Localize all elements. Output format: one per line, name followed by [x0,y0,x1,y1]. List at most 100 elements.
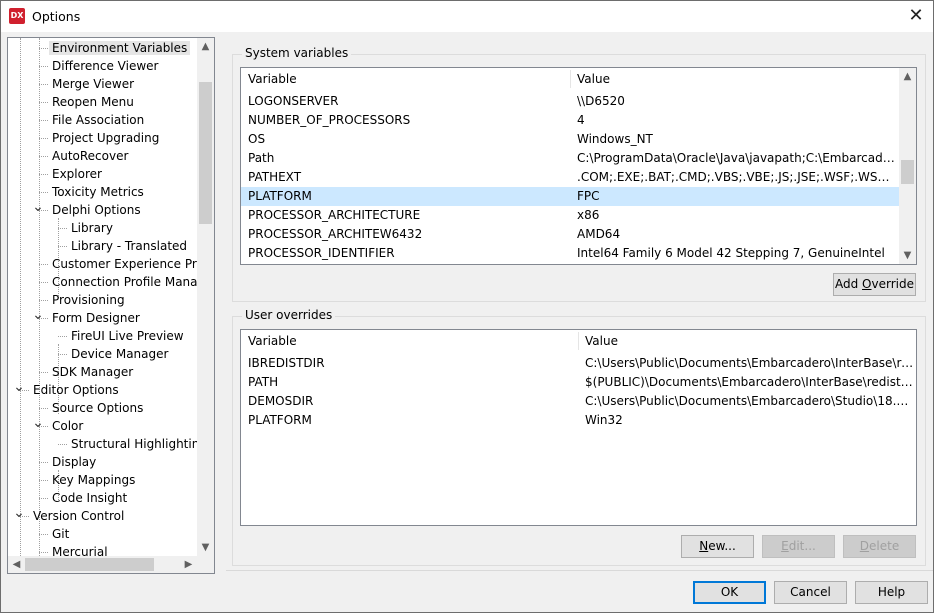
scroll-left-icon[interactable]: ◀ [8,556,25,573]
column-header-value[interactable]: Value [578,330,618,352]
tree-item[interactable]: Editor Options [30,381,122,399]
value-cell: FPC [577,189,600,203]
tree-item[interactable]: Library - Translated [68,237,190,255]
tree-item[interactable]: Source Options [49,399,146,417]
tree-item[interactable]: Version Control [30,507,127,525]
user-overrides-list[interactable]: Variable Value IBREDISTDIR C:\Users\Publi… [240,329,917,526]
tree-item[interactable]: FireUI Live Preview [68,327,187,345]
tree-item-label: AutoRecover [52,149,129,163]
tree-item-label: SDK Manager [52,365,134,379]
list-row[interactable]: PATHEXT .COM;.EXE;.BAT;.CMD;.VBS;.VBE;.JS… [241,168,899,187]
app-icon: DX [9,8,25,24]
options-tree[interactable]: Mercurial Git ⌄ Version Control Code Insight… [7,37,215,574]
options-dialog: DX Options ✕ Mercurial Git ⌄ Version Contro… [0,0,934,613]
chevron-down-icon[interactable]: ⌄ [32,198,44,216]
scroll-right-icon[interactable]: ▶ [180,556,197,573]
title-bar: DX Options ✕ [1,1,933,32]
tree-item-label: Color [52,419,84,433]
tree-item[interactable]: SDK Manager [49,363,136,381]
variable-cell: PROCESSOR_ARCHITECTURE [248,208,421,222]
tree-item[interactable]: Device Manager [68,345,171,363]
help-button[interactable]: Help [855,581,928,604]
tree-item[interactable]: Provisioning [49,291,128,309]
system-variables-list[interactable]: Variable Value ▲ ▼ LOGONSERVER \\D6520 NUM… [240,67,917,265]
list-row[interactable]: DEMOSDIR C:\Users\Public\Documents\Embarc… [241,392,916,411]
list-row[interactable]: NUMBER_OF_PROCESSORS 4 [241,111,899,130]
variable-cell: DEMOSDIR [248,394,314,408]
tree-item[interactable]: Explorer [49,165,105,183]
scroll-up-icon[interactable]: ▲ [899,68,916,85]
tree-item-label: Difference Viewer [52,59,159,73]
tree-item[interactable]: Toxicity Metrics [49,183,147,201]
tree-item[interactable]: Library [68,219,116,237]
variable-cell: PROCESSOR_ARCHITEW6432 [248,227,423,241]
tree-item[interactable]: Reopen Menu [49,93,137,111]
tree-item[interactable]: Code Insight [49,489,130,507]
tree-item[interactable]: Display [49,453,99,471]
new-button[interactable]: New... [681,535,754,558]
scroll-up-icon[interactable]: ▲ [197,38,214,55]
tree-item[interactable]: Connection Profile Manage [49,273,214,291]
tree-item[interactable]: Project Upgrading [49,129,162,147]
list-row[interactable]: PROCESSOR_ARCHITECTURE x86 [241,206,899,225]
footer-divider [226,570,933,571]
scroll-down-icon[interactable]: ▼ [197,539,214,556]
tree-item[interactable]: Merge Viewer [49,75,137,93]
list-row[interactable]: PLATFORM FPC [241,187,899,206]
scroll-down-icon[interactable]: ▼ [899,247,916,264]
tree-item-label: Library [71,221,113,235]
ok-button[interactable]: OK [693,581,766,604]
variable-cell: LOGONSERVER [248,94,339,108]
column-header-variable[interactable]: Variable [241,68,297,90]
variable-cell: PROCESSOR_IDENTIFIER [248,246,395,260]
list-row[interactable]: PROCESSOR_IDENTIFIER Intel64 Family 6 Mod… [241,244,899,263]
list-header: Variable Value [241,68,899,90]
list-row[interactable]: PLATFORM Win32 [241,411,916,430]
chevron-down-icon[interactable]: ⌄ [32,414,44,432]
edit-button[interactable]: Edit... [762,535,835,558]
chevron-down-icon[interactable]: ⌄ [32,306,44,324]
tree-item[interactable]: Structural Highlighting [68,435,210,453]
system-variables-scrollbar[interactable]: ▲ ▼ [899,68,916,264]
column-header-variable[interactable]: Variable [241,330,297,352]
tree-item[interactable]: Delphi Options [49,201,144,219]
tree-vertical-scrollbar[interactable]: ▲ ▼ [197,38,214,556]
tree-item-label: Editor Options [33,383,119,397]
scrollbar-thumb[interactable] [901,160,914,184]
list-row[interactable]: Path C:\ProgramData\Oracle\Java\javapath;… [241,149,899,168]
list-row[interactable]: LOGONSERVER \\D6520 [241,92,899,111]
cancel-button[interactable]: Cancel [774,581,847,604]
close-icon[interactable]: ✕ [903,4,929,28]
tree-item-label: Form Designer [52,311,140,325]
tree-item-label: Explorer [52,167,102,181]
tree-item[interactable]: Color [49,417,86,435]
tree-item[interactable]: Form Designer [49,309,143,327]
scrollbar-thumb[interactable] [25,558,154,571]
list-row[interactable]: OS Windows_NT [241,130,899,149]
list-row[interactable]: PATH $(PUBLIC)\Documents\Embarcadero\Inte… [241,373,916,392]
tree-horizontal-scrollbar[interactable]: ◀ ▶ [8,556,197,573]
tree-item-label: Project Upgrading [52,131,160,145]
tree-item[interactable]: AutoRecover [49,147,131,165]
variable-cell: PATHEXT [248,170,302,184]
column-header-value[interactable]: Value [570,68,610,90]
tree-item-label: FireUI Live Preview [71,329,184,343]
list-row[interactable]: PROCESSOR_ARCHITEW6432 AMD64 [241,225,899,244]
list-row[interactable]: IBREDISTDIR C:\Users\Public\Documents\Emb… [241,354,916,373]
tree-item[interactable]: Key Mappings [49,471,138,489]
tree-item[interactable]: Environment Variables [49,39,191,57]
tree-item-label: Git [52,527,70,541]
tree-item[interactable]: Customer Experience Progr [49,255,214,273]
value-cell: Win32 [585,413,623,427]
tree-item[interactable]: File Association [49,111,147,129]
system-variables-title: System variables [242,46,352,60]
tree-item[interactable]: Difference Viewer [49,57,161,75]
value-cell: C:\Users\Public\Documents\Embarcadero\In… [585,356,914,370]
chevron-down-icon[interactable]: ⌄ [13,504,25,522]
scrollbar-thumb[interactable] [199,82,212,224]
delete-button[interactable]: Delete [843,535,916,558]
add-override-button[interactable]: Add Override [833,273,916,296]
tree-item[interactable]: Git [49,525,72,543]
chevron-down-icon[interactable]: ⌄ [13,378,25,396]
variable-cell: Path [248,151,275,165]
